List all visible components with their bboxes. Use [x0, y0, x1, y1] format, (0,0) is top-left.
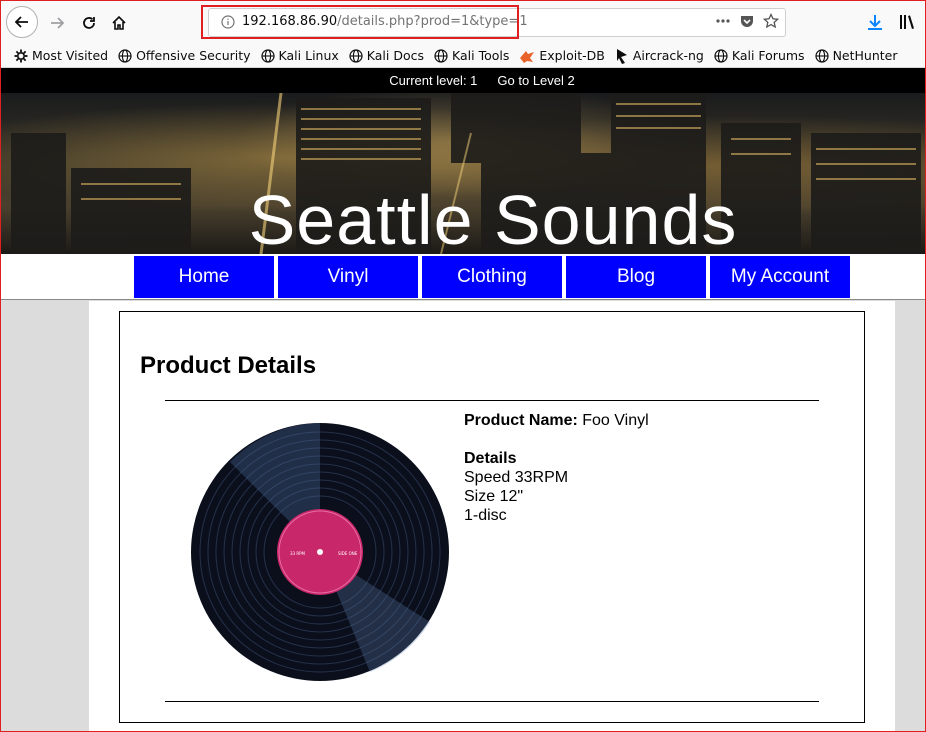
globe-icon: [349, 48, 363, 63]
bookmark-kali-tools[interactable]: Kali Tools: [434, 48, 509, 63]
nav-clothing[interactable]: Clothing: [422, 256, 562, 298]
nav-my-account[interactable]: My Account: [710, 256, 850, 298]
bookmark-label: NetHunter: [832, 48, 898, 63]
svg-text:33 RPM: 33 RPM: [290, 551, 306, 556]
globe-icon: [714, 48, 728, 63]
level-bar: Current level: 1 Go to Level 2: [1, 68, 925, 93]
bookmark-nethunter[interactable]: NetHunter: [814, 48, 898, 63]
back-arrow-icon: [14, 16, 28, 28]
globe-icon: [814, 48, 829, 63]
forward-button[interactable]: [42, 8, 72, 38]
product-name-value: Foo Vinyl: [582, 412, 649, 429]
download-icon[interactable]: [866, 13, 884, 31]
gear-icon: [14, 49, 28, 62]
nav-home[interactable]: Home: [134, 256, 274, 298]
bookmark-label: Kali Linux: [278, 48, 339, 63]
content-area: Product Details 33 RPM SIDE ONE Product …: [89, 301, 895, 731]
pocket-icon[interactable]: [739, 13, 755, 29]
divider-bottom: [165, 701, 819, 702]
bookmark-kali-linux[interactable]: Kali Linux: [260, 48, 339, 63]
bookmarks-bar: Most Visited Offensive Security Kali Lin…: [0, 44, 926, 68]
exploitdb-icon: [520, 50, 535, 63]
home-button[interactable]: [104, 8, 134, 38]
product-card: Product Details 33 RPM SIDE ONE Product …: [119, 311, 865, 723]
bookmark-label: Offensive Security: [136, 48, 251, 63]
product-name-label: Product Name:: [464, 412, 578, 429]
detail-speed: Speed 33RPM: [464, 469, 569, 486]
back-button[interactable]: [6, 6, 38, 38]
bookmark-label: Aircrack-ng: [632, 48, 704, 63]
globe-icon: [260, 48, 275, 63]
forward-arrow-icon: [51, 17, 65, 29]
main-nav: Home Vinyl Clothing Blog My Account: [1, 254, 925, 300]
bookmark-label: Kali Docs: [366, 48, 425, 63]
bookmark-exploit-db[interactable]: Exploit-DB: [519, 48, 605, 63]
nav-vinyl[interactable]: Vinyl: [278, 256, 418, 298]
goto-level-link[interactable]: Go to Level 2: [497, 73, 574, 88]
detail-discs: 1-disc: [464, 507, 507, 524]
bookmark-kali-docs[interactable]: Kali Docs: [349, 48, 424, 63]
aircrack-icon: [616, 48, 627, 64]
product-info: Product Name: Foo Vinyl Details Speed 33…: [464, 411, 649, 525]
divider-top: [165, 400, 819, 401]
globe-icon: [118, 48, 132, 63]
bookmark-label: Kali Forums: [731, 48, 805, 63]
bookmark-offensive-security[interactable]: Offensive Security: [118, 48, 251, 63]
product-name-row: Product Name: Foo Vinyl: [464, 411, 649, 430]
details-heading: Details: [464, 450, 517, 467]
detail-size: Size 12": [464, 488, 524, 505]
bookmark-most-visited[interactable]: Most Visited: [14, 48, 108, 63]
page-heading: Product Details: [140, 352, 317, 379]
browser-toolbar: 192.168.86.90/details.php?prod=1&type=1: [0, 0, 926, 44]
svg-text:SIDE ONE: SIDE ONE: [338, 551, 358, 556]
header-banner: Seattle Sounds: [1, 93, 925, 254]
home-icon: [112, 15, 126, 30]
web-page: Current level: 1 Go to Level 2 Seattle S…: [1, 68, 925, 731]
url-highlight-box: [201, 5, 519, 39]
current-level-text: Current level: 1: [389, 73, 478, 88]
reload-icon: [83, 17, 95, 29]
bookmark-label: Exploit-DB: [539, 48, 605, 63]
vinyl-record-image: 33 RPM SIDE ONE: [191, 423, 449, 681]
library-icon[interactable]: [898, 13, 916, 31]
nav-blog[interactable]: Blog: [566, 256, 706, 298]
site-title: Seattle Sounds: [248, 181, 738, 254]
globe-icon: [434, 48, 448, 63]
page-actions-icon[interactable]: [715, 13, 731, 29]
bookmark-label: Kali Tools: [452, 48, 510, 63]
bookmark-aircrack-ng[interactable]: Aircrack-ng: [615, 48, 704, 64]
bookmark-label: Most Visited: [32, 48, 109, 63]
reload-button[interactable]: [74, 8, 104, 38]
bookmark-star-icon[interactable]: [763, 13, 779, 29]
bookmark-kali-forums[interactable]: Kali Forums: [714, 48, 805, 63]
